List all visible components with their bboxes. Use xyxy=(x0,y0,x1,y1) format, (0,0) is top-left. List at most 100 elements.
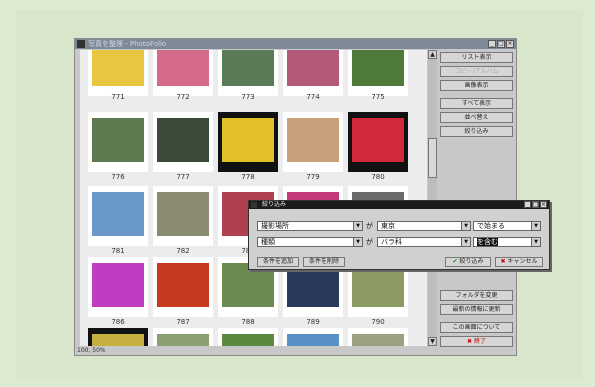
window-title: 写真を整理 - PhotoFolio xyxy=(88,40,167,48)
about-button[interactable]: この画面について xyxy=(440,322,513,333)
thumbnail-number: 772 xyxy=(176,93,190,101)
thumbnail-image xyxy=(92,50,144,86)
thumbnail-image xyxy=(287,118,339,162)
main-window: 写真を整理 - PhotoFolio _ □ × 771 772 773 774 775… xyxy=(74,38,517,356)
thumbnail-item[interactable] xyxy=(283,328,343,346)
cancel-icon: ✖ xyxy=(500,258,506,265)
thumbnail-item[interactable] xyxy=(153,50,213,96)
thumbnail-item[interactable] xyxy=(153,186,213,246)
thumbnail-image xyxy=(157,192,209,236)
thumbnail-image xyxy=(92,118,144,162)
thumbnail-item[interactable] xyxy=(348,328,408,346)
thumbnail-image xyxy=(157,118,209,162)
dialog-title: 絞り込み xyxy=(262,201,287,208)
chevron-down-icon: ▼ xyxy=(461,222,470,230)
field2-select[interactable]: 種類 ▼ xyxy=(257,237,363,247)
thumbnail-item[interactable] xyxy=(283,50,343,96)
thumbnail-item[interactable] xyxy=(218,50,278,96)
thumbnail-item[interactable] xyxy=(348,50,408,96)
thumbnail-number: 778 xyxy=(241,173,255,181)
thumbnail-number: 781 xyxy=(111,247,125,255)
thumbnail-image xyxy=(287,50,339,86)
thumbnail-number: 789 xyxy=(306,318,320,326)
thumbnail-item[interactable] xyxy=(283,112,343,172)
sort-button[interactable]: 並べ替え xyxy=(440,112,513,123)
thumbnail-item[interactable] xyxy=(88,112,148,172)
thumbnail-image xyxy=(92,334,144,346)
thumbnail-image xyxy=(352,50,404,86)
chevron-down-icon: ▼ xyxy=(531,222,540,230)
thumbnail-number: 775 xyxy=(371,93,385,101)
scroll-thumb[interactable] xyxy=(428,138,437,178)
remove-condition-button[interactable]: 条件を削除 xyxy=(303,257,345,267)
thumbnail-number: 773 xyxy=(241,93,255,101)
thumbnail-item[interactable] xyxy=(88,50,148,96)
thumbnail-grid[interactable]: 7717727737747757767777787797807817827837… xyxy=(80,50,427,346)
thumbnail-item[interactable] xyxy=(153,328,213,346)
dialog-close-icon[interactable]: × xyxy=(540,201,547,208)
cond1-select[interactable]: で始まる ▼ xyxy=(473,221,541,231)
thumbnail-number: 786 xyxy=(111,318,125,326)
thumbnail-image xyxy=(222,334,274,346)
exit-label: 終了 xyxy=(473,338,486,345)
chevron-down-icon: ▼ xyxy=(461,238,470,246)
value1-field[interactable]: 東京 ▼ xyxy=(377,221,471,231)
window-titlebar[interactable]: 写真を整理 - PhotoFolio _ □ × xyxy=(75,39,516,49)
exit-button[interactable]: ✖ 終了 xyxy=(440,336,513,347)
thumbnail-item[interactable] xyxy=(88,186,148,246)
thumbnail-item[interactable] xyxy=(218,328,278,346)
folder-change-button[interactable]: フォルダを変更 xyxy=(440,290,513,301)
thumbnail-item[interactable] xyxy=(348,112,408,172)
update-button[interactable]: 最新の情報に更新 xyxy=(440,304,513,315)
maximize-icon[interactable]: □ xyxy=(497,40,505,48)
cond2-select[interactable]: を含む ▼ xyxy=(473,237,541,247)
thumbnail-image xyxy=(157,263,209,307)
thumbnail-item[interactable] xyxy=(153,112,213,172)
value2-field[interactable]: バラ科 ▼ xyxy=(377,237,471,247)
thumbnail-image xyxy=(352,334,404,346)
thumbnail-image xyxy=(287,334,339,346)
field1-select[interactable]: 撮影場所 ▼ xyxy=(257,221,363,231)
thumbnail-image xyxy=(157,50,209,86)
vertical-scrollbar[interactable]: ▲ ▼ xyxy=(428,50,437,346)
add-condition-button[interactable]: 条件を追加 xyxy=(257,257,299,267)
status-bar: 100, 50% xyxy=(77,347,106,354)
filter-button[interactable]: 絞り込み xyxy=(440,126,513,137)
scroll-up-icon[interactable]: ▲ xyxy=(428,50,437,59)
chevron-down-icon: ▼ xyxy=(531,238,540,246)
thumbnail-number: 777 xyxy=(176,173,190,181)
thumbnail-item[interactable] xyxy=(218,112,278,172)
thumbnail-image xyxy=(92,263,144,307)
thumbnail-item[interactable] xyxy=(153,257,213,317)
dialog-maximize-icon[interactable]: □ xyxy=(532,201,539,208)
thumbnail-item[interactable] xyxy=(88,257,148,317)
thumbnail-number: 782 xyxy=(176,247,190,255)
chevron-down-icon: ▼ xyxy=(353,238,362,246)
thumbnail-item[interactable] xyxy=(88,328,148,346)
show-all-button[interactable]: すべて表示 xyxy=(440,98,513,109)
dialog-icon xyxy=(251,202,257,208)
dialog-titlebar[interactable]: 絞り込み _ □ × xyxy=(249,201,549,209)
close-icon[interactable]: × xyxy=(506,40,514,48)
thumbnail-number: 780 xyxy=(371,173,385,181)
thumbnail-number: 788 xyxy=(241,318,255,326)
thumbnail-number: 790 xyxy=(371,318,385,326)
slideshow-button[interactable]: 画像表示 xyxy=(440,80,513,91)
list-view-button[interactable]: リスト表示 xyxy=(440,52,513,63)
thumbnail-image xyxy=(222,118,274,162)
thumbnail-image xyxy=(222,50,274,86)
copy-album-button[interactable]: コピー/アルバム xyxy=(440,66,513,77)
ga-label-2: が xyxy=(366,238,373,246)
thumbnail-number: 776 xyxy=(111,173,125,181)
thumbnail-number: 771 xyxy=(111,93,125,101)
chevron-down-icon: ▼ xyxy=(353,222,362,230)
check-icon: ✔ xyxy=(452,258,458,265)
filter-dialog: 絞り込み _ □ × 撮影場所 ▼ が 東京 ▼ で始まる ▼ 種類 ▼ が バラ科 ▼ … xyxy=(248,200,550,270)
scroll-down-icon[interactable]: ▼ xyxy=(428,337,437,346)
apply-filter-button[interactable]: ✔ 絞り込み xyxy=(445,257,491,267)
thumbnail-number: 774 xyxy=(306,93,320,101)
cancel-button[interactable]: ✖ キャンセル xyxy=(495,257,543,267)
minimize-icon[interactable]: _ xyxy=(488,40,496,48)
dialog-minimize-icon[interactable]: _ xyxy=(524,201,531,208)
thumbnail-number: 779 xyxy=(306,173,320,181)
